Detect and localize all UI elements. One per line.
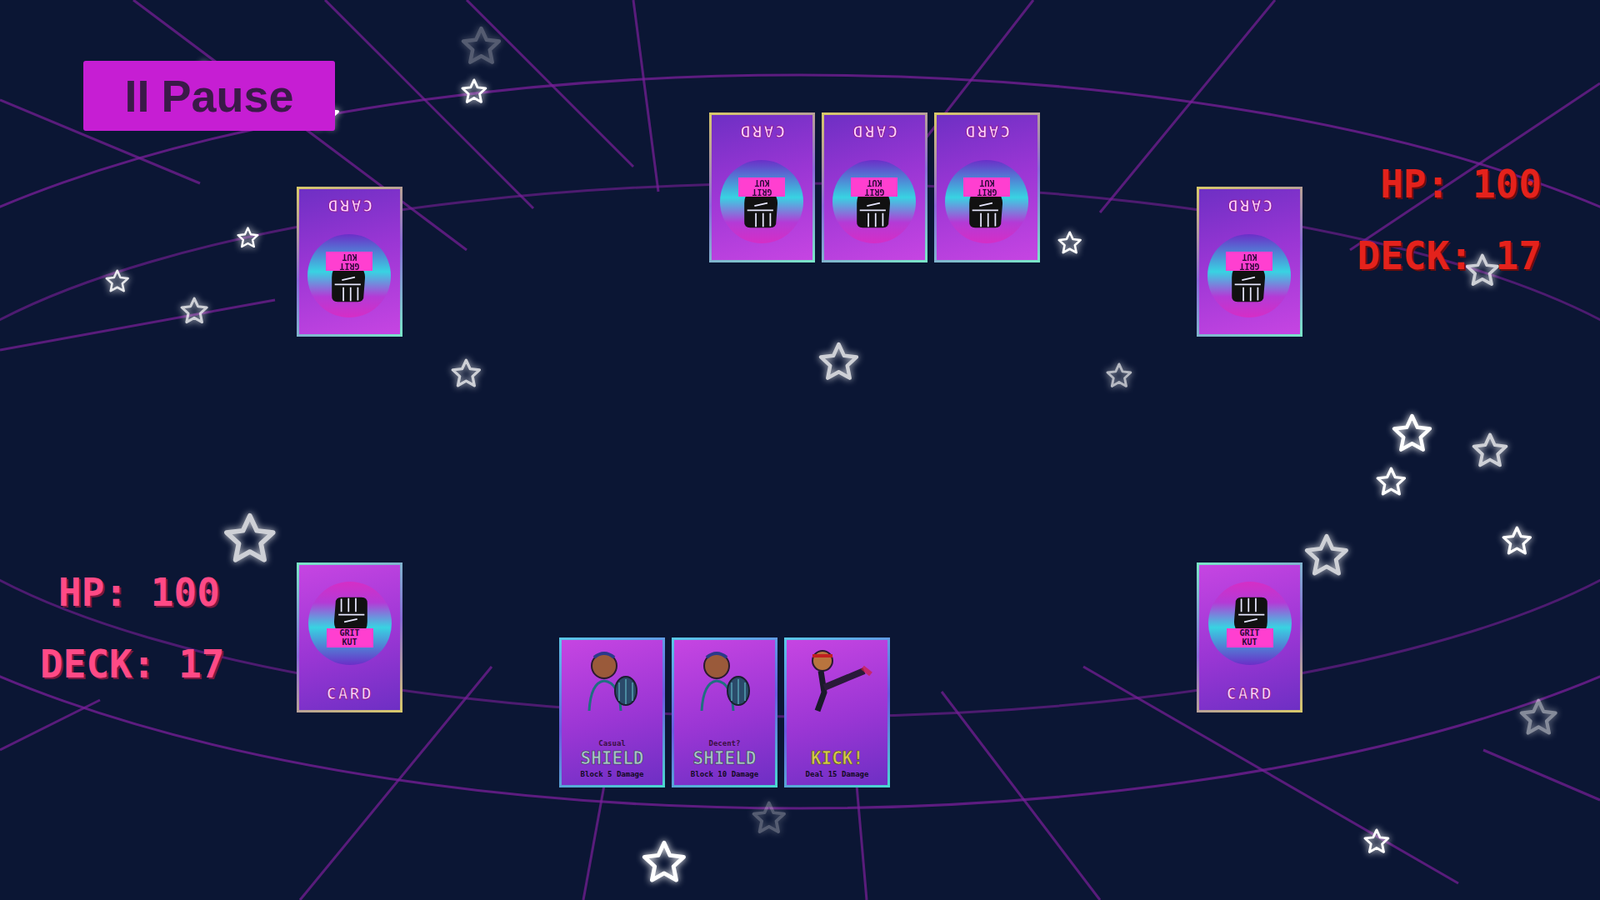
card-back-label: CARD bbox=[738, 121, 785, 142]
star-icon bbox=[1057, 230, 1082, 255]
emblem-banner: GRITKUT bbox=[739, 177, 786, 197]
player-stats: HP: 100 DECK: 17 bbox=[40, 573, 225, 684]
star-icon bbox=[1501, 525, 1533, 557]
emblem-banner: GRITKUT bbox=[326, 628, 374, 648]
shield-fighter-icon bbox=[570, 645, 655, 714]
player-hand: CasualSHIELDBlock 5 DamageDecent?SHIELDB… bbox=[559, 637, 890, 788]
emblem-banner: GRITKUT bbox=[851, 177, 899, 197]
star-icon bbox=[641, 840, 687, 885]
star-icon bbox=[460, 78, 488, 105]
card-back-label: CARD bbox=[1225, 195, 1273, 216]
card-back[interactable]: GRITKUT CARD bbox=[1196, 562, 1303, 713]
star-icon bbox=[1391, 413, 1433, 455]
emblem: GRITKUT bbox=[720, 160, 805, 244]
kick-fighter-icon bbox=[795, 645, 880, 714]
hand-card[interactable]: CasualSHIELDBlock 5 Damage bbox=[559, 637, 665, 788]
player-pile: GRITKUT CARD bbox=[1196, 562, 1303, 713]
card-title: KICK! bbox=[810, 749, 864, 769]
emblem-banner: GRITKUT bbox=[326, 251, 374, 271]
emblem: GRITKUT bbox=[833, 160, 917, 244]
card-back-label: CARD bbox=[1225, 683, 1273, 704]
star-icon bbox=[1363, 828, 1390, 855]
emblem-banner: GRITKUT bbox=[1226, 251, 1274, 271]
card-title: SHIELD bbox=[693, 749, 757, 769]
player-deck-count: DECK: 17 bbox=[40, 645, 225, 684]
card-subtitle: Casual bbox=[598, 739, 626, 748]
star-icon bbox=[1375, 466, 1407, 498]
emblem: GRITKUT bbox=[1208, 581, 1292, 665]
game-board: IIPause HP: 100 DECK: 17 HP: 100 DECK: 17 GRI… bbox=[0, 0, 1600, 900]
pause-label: Pause bbox=[160, 70, 294, 122]
emblem-banner: GRITKUT bbox=[964, 177, 1011, 197]
card-subtitle: Decent? bbox=[709, 739, 741, 748]
card-back-label: CARD bbox=[325, 195, 373, 216]
shield-fighter-icon bbox=[683, 645, 767, 714]
card-back[interactable]: GRITKUT CARD bbox=[934, 112, 1040, 263]
hand-card[interactable]: Decent?SHIELDBlock 10 Damage bbox=[671, 637, 778, 788]
card-back[interactable]: GRITKUT CARD bbox=[296, 562, 403, 713]
star-icon bbox=[236, 226, 260, 250]
emblem: GRITKUT bbox=[945, 160, 1030, 244]
pause-icon: II bbox=[124, 70, 150, 122]
opponent-hand: GRITKUT CARD GRITKUT CARD GRITKUT CARD bbox=[709, 112, 1040, 263]
opponent-pile: GRITKUT CARD bbox=[296, 186, 403, 337]
opponent-stats: HP: 100 DECK: 17 bbox=[1356, 165, 1542, 275]
card-title: SHIELD bbox=[580, 749, 645, 769]
star-icon bbox=[450, 358, 482, 390]
emblem: GRITKUT bbox=[308, 581, 392, 665]
emblem: GRITKUT bbox=[1208, 234, 1292, 318]
card-effect: Deal 15 Damage bbox=[805, 770, 870, 779]
player-pile: GRITKUT CARD bbox=[296, 562, 403, 713]
card-effect: Block 10 Damage bbox=[690, 770, 759, 779]
card-back-label: CARD bbox=[850, 121, 898, 142]
star-icon bbox=[1519, 698, 1559, 738]
card-back[interactable]: GRITKUT CARD bbox=[821, 112, 928, 263]
star-icon bbox=[1471, 432, 1509, 470]
card-back[interactable]: GRITKUT CARD bbox=[1196, 186, 1303, 337]
star-icon bbox=[180, 296, 209, 325]
star-icon bbox=[818, 341, 860, 383]
opponent-pile: GRITKUT CARD bbox=[1196, 186, 1303, 337]
opponent-deck-count: DECK: 17 bbox=[1356, 236, 1542, 275]
player-hp: HP: 100 bbox=[40, 573, 225, 612]
star-icon bbox=[1304, 533, 1350, 579]
card-back[interactable]: GRITKUT CARD bbox=[709, 112, 815, 263]
star-icon bbox=[751, 800, 787, 836]
pause-button[interactable]: IIPause bbox=[83, 60, 335, 131]
emblem-banner: GRITKUT bbox=[1226, 628, 1274, 648]
card-back[interactable]: GRITKUT CARD bbox=[296, 186, 403, 337]
star-icon bbox=[105, 269, 130, 294]
hand-card[interactable]: KICK!Deal 15 Damage bbox=[784, 637, 890, 788]
star-icon bbox=[223, 512, 277, 566]
card-back-label: CARD bbox=[963, 121, 1010, 142]
opponent-hp: HP: 100 bbox=[1380, 165, 1542, 204]
card-effect: Block 5 Damage bbox=[580, 770, 645, 779]
emblem: GRITKUT bbox=[308, 234, 392, 318]
star-icon bbox=[1105, 362, 1133, 390]
star-icon bbox=[460, 25, 502, 67]
card-back-label: CARD bbox=[325, 683, 373, 704]
